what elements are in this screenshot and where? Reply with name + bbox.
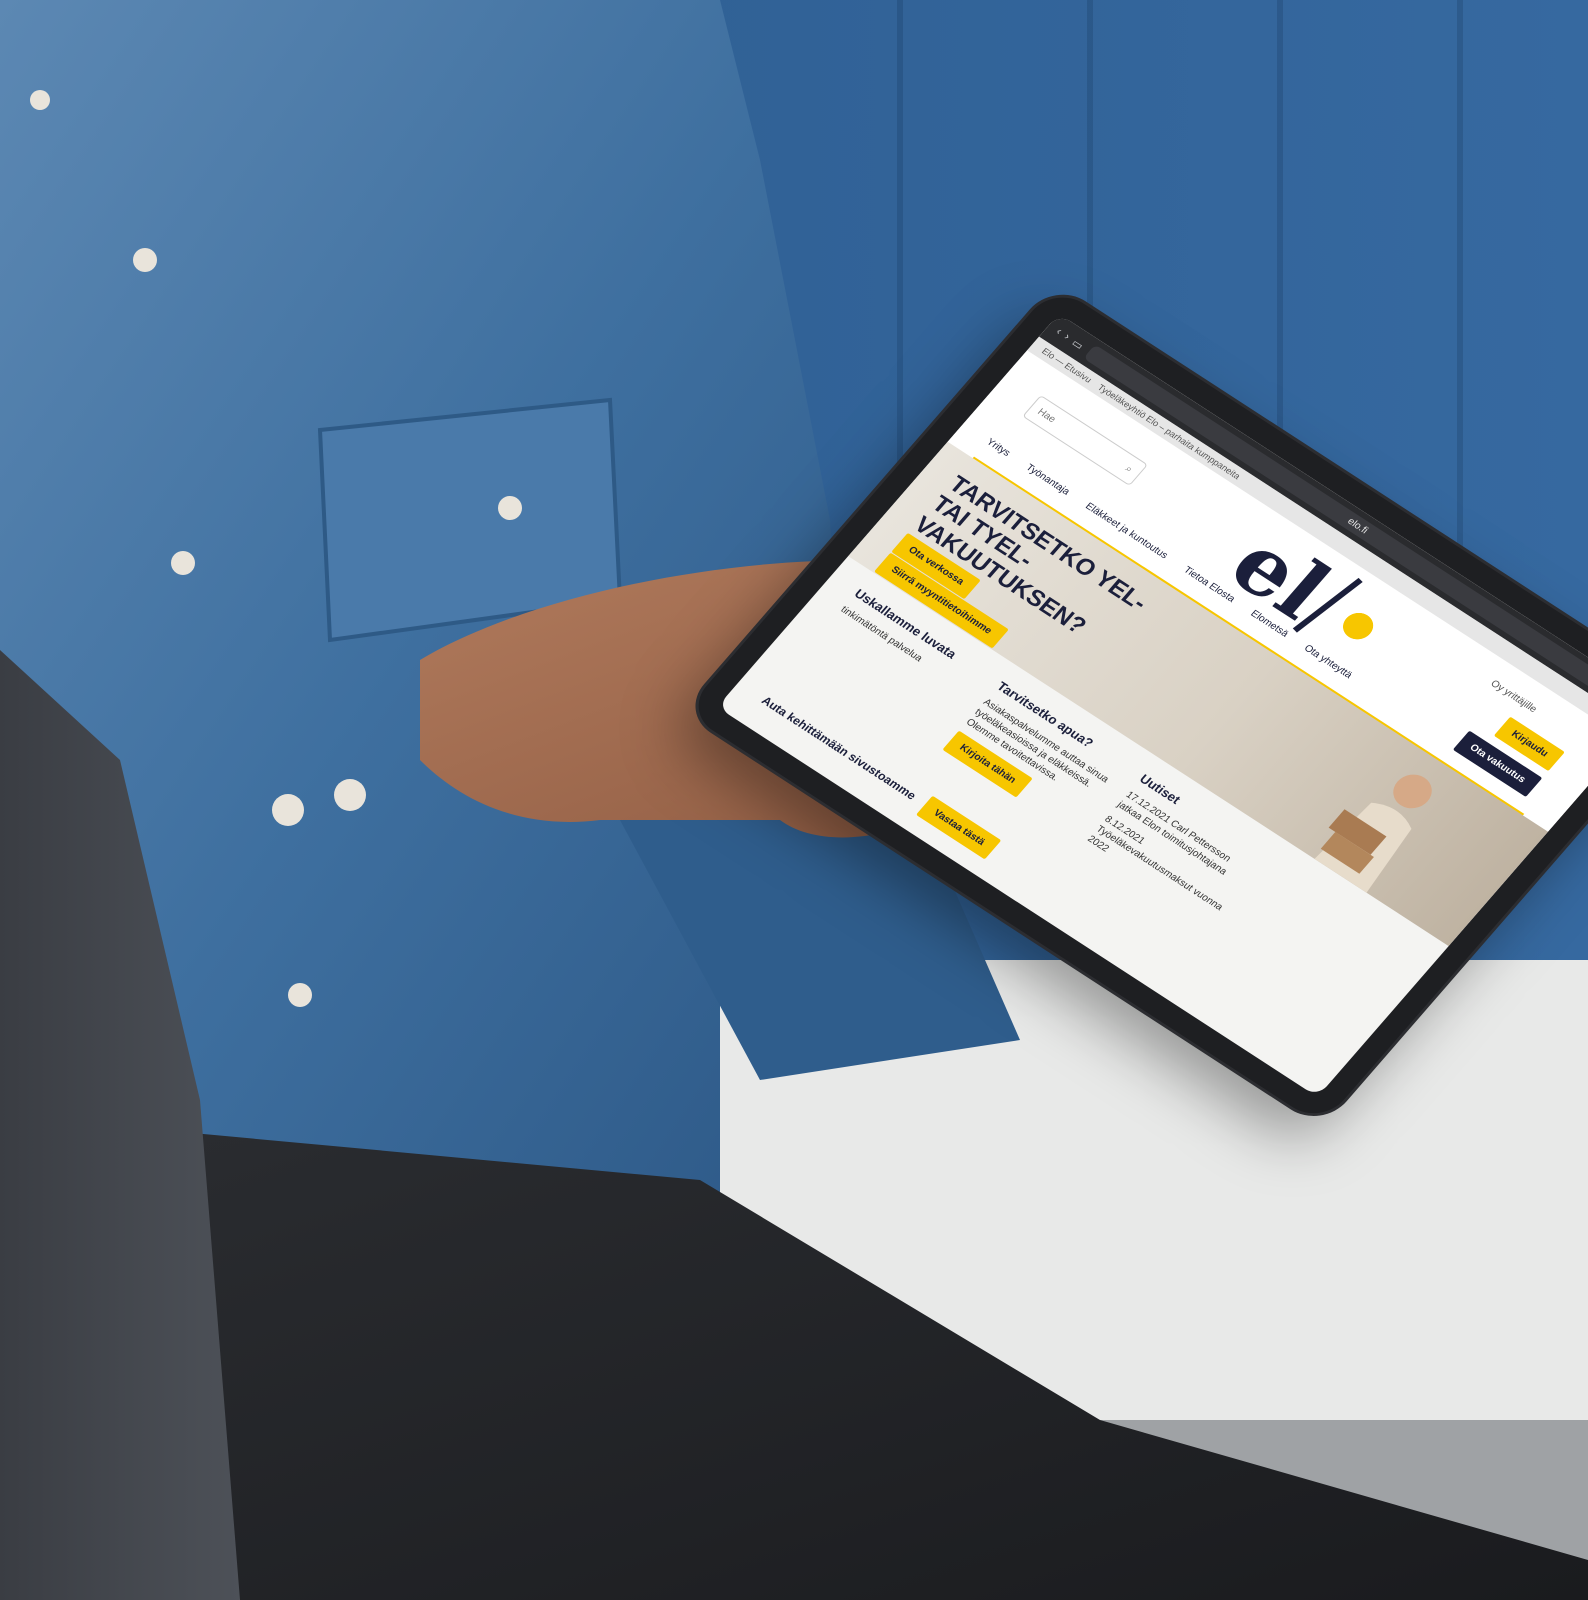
menu-item-yritys[interactable]: Yritys: [984, 437, 1012, 459]
sidebar-icon[interactable]: ▭: [1069, 336, 1086, 352]
back-icon[interactable]: ‹: [1053, 326, 1065, 338]
photo-scene: ‹ › ▭ elo.fi ⇪ Elo — Etusivu Työeläkeyht…: [0, 0, 1588, 1600]
forward-icon[interactable]: ›: [1061, 331, 1073, 343]
search-placeholder: Hae: [1035, 406, 1059, 425]
login-link[interactable]: Oy yrittäjille: [1488, 678, 1539, 715]
search-icon[interactable]: ⌕: [1123, 463, 1135, 474]
menu-item-tyonantaja[interactable]: Työnantaja: [1023, 462, 1071, 497]
